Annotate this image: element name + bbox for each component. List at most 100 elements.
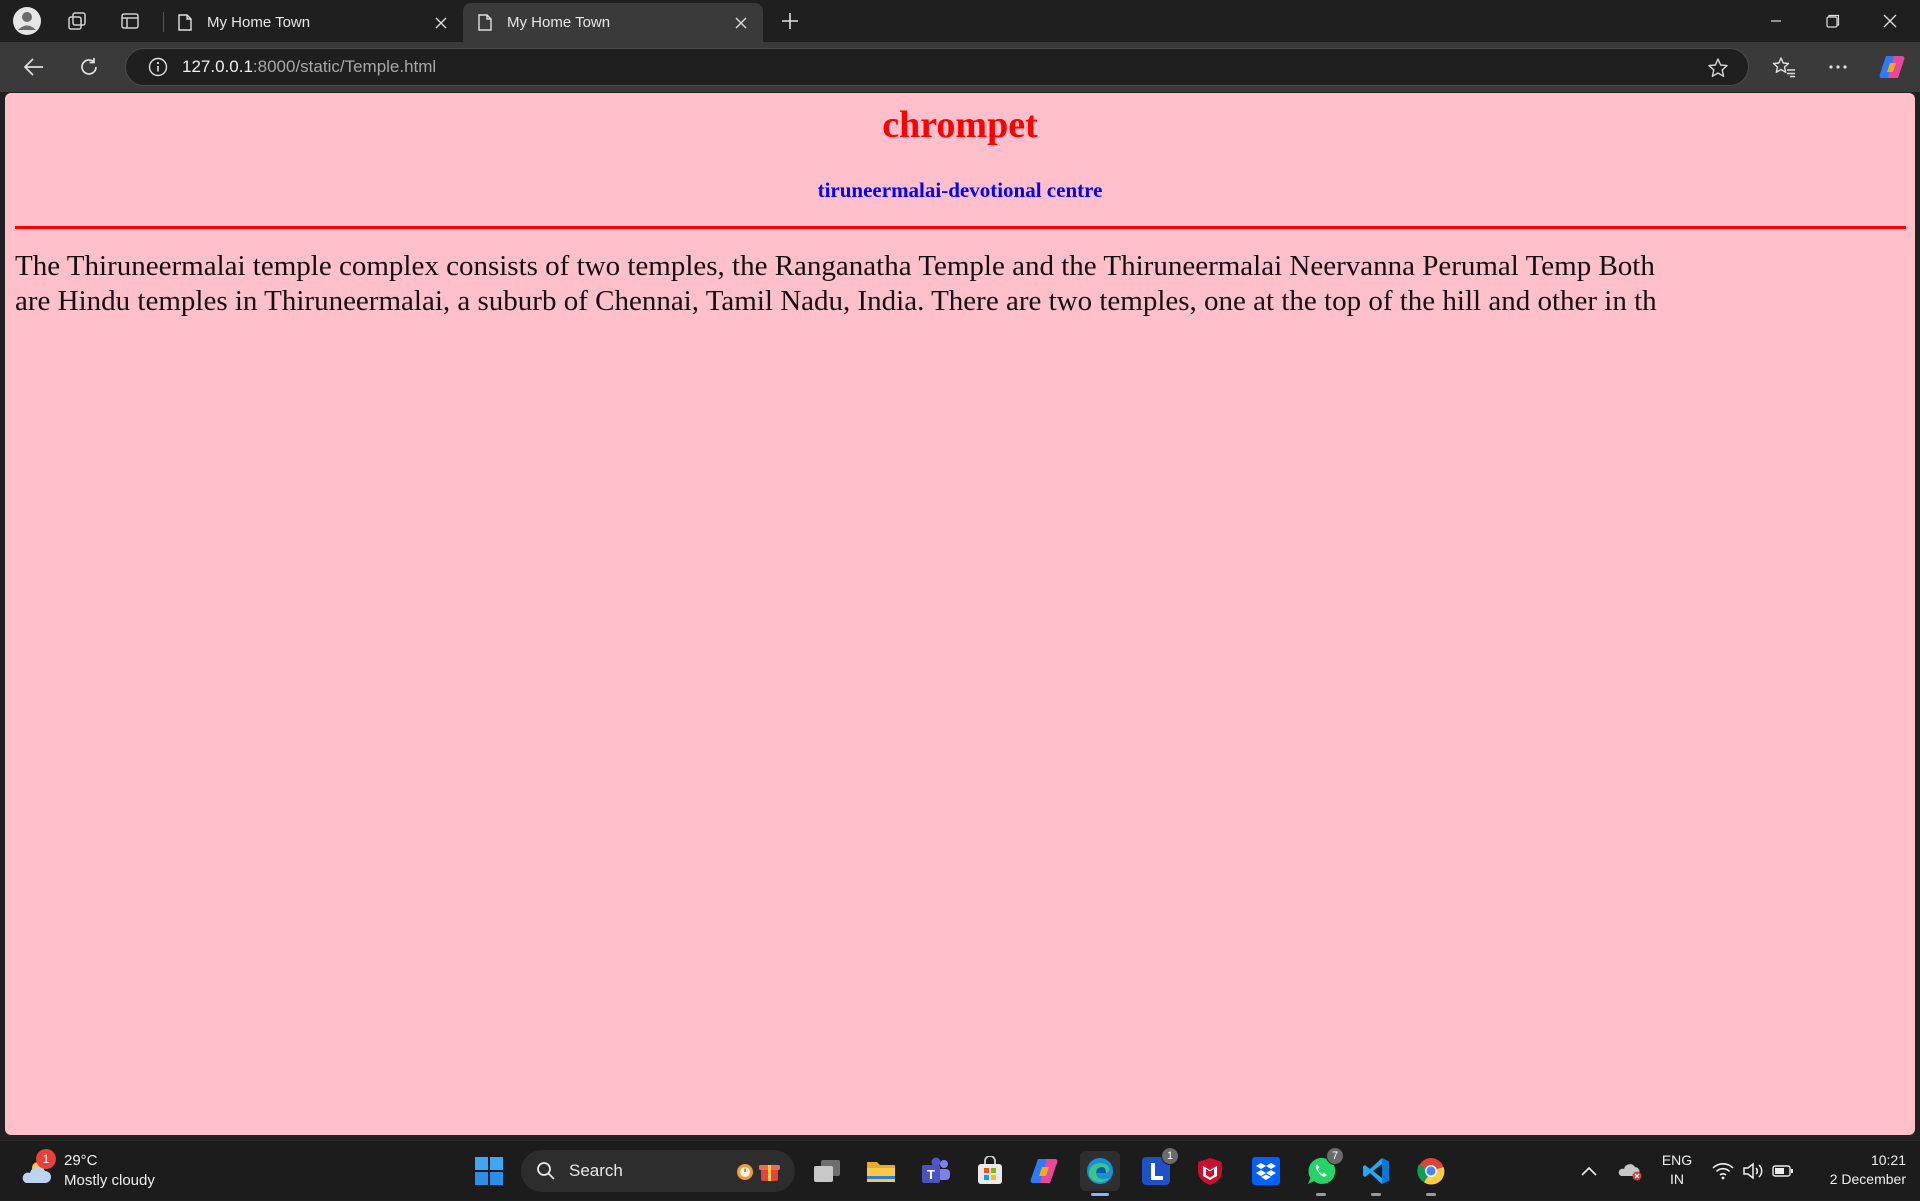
running-indicator (1091, 1193, 1109, 1196)
weather-condition: Mostly cloudy (64, 1172, 155, 1189)
folder-icon (867, 1162, 895, 1182)
cloud-icon: 1 (18, 1149, 56, 1189)
page-paragraph: The Thiruneermalai temple complex consis… (15, 249, 1910, 319)
dropbox-icon (1252, 1157, 1280, 1185)
minimize-icon (1771, 20, 1781, 22)
show-hidden-icons-button[interactable] (1578, 1141, 1600, 1201)
battery-status[interactable] (1770, 1141, 1796, 1201)
copilot-app-button[interactable] (1024, 1151, 1064, 1191)
svg-text:T: T (927, 1167, 935, 1182)
paragraph-line-2: are Hindu temples in Thiruneermalai, a s… (15, 285, 1657, 317)
input-language[interactable]: ENG IN (1658, 1151, 1696, 1189)
browser-toolbar: 127.0.0.1:8000/static/Temple.html (0, 42, 1920, 92)
horizontal-rule (15, 226, 1906, 229)
page-heading: chrompet (882, 104, 1038, 146)
page-content: chrompet tiruneermalai-devotional centre… (5, 93, 1915, 1135)
back-button[interactable] (15, 50, 53, 84)
cloud-error-icon (1618, 1164, 1642, 1181)
notification-badge: 1 (36, 1149, 56, 1169)
new-tab-button[interactable] (772, 7, 808, 35)
profile-avatar-icon (13, 7, 41, 35)
task-view-button[interactable] (807, 1151, 847, 1191)
system-clock[interactable]: 10:21 2 December (1810, 1151, 1906, 1189)
workspaces-button[interactable] (59, 7, 95, 35)
close-icon[interactable] (727, 9, 755, 37)
vscode-icon (1363, 1158, 1389, 1184)
search-highlight-icon (737, 1164, 780, 1181)
wifi-icon (1712, 1163, 1734, 1180)
minimize-button[interactable] (1748, 0, 1804, 42)
vscode-button[interactable] (1356, 1151, 1396, 1196)
mcafee-button[interactable] (1190, 1151, 1230, 1191)
teams-icon: T (922, 1157, 950, 1183)
search-label: Search (569, 1161, 623, 1180)
speaker-icon (1743, 1162, 1763, 1180)
store-icon (978, 1156, 1002, 1184)
mcafee-icon (1198, 1158, 1222, 1185)
clock-date: 2 December (1829, 1171, 1906, 1187)
restore-icon (1826, 14, 1840, 28)
file-explorer-button[interactable] (861, 1151, 901, 1191)
plus-icon (782, 13, 798, 29)
refresh-icon (81, 58, 97, 75)
notification-badge: 1 (1161, 1147, 1179, 1165)
running-indicator (1371, 1193, 1381, 1196)
chrome-button[interactable] (1411, 1151, 1451, 1196)
taskbar: 1 29°C Mostly cloudy Search T 1 7 ENG IN… (0, 1140, 1920, 1200)
teams-button[interactable]: T (916, 1151, 956, 1191)
running-indicator (1316, 1193, 1326, 1196)
windows-logo-icon (475, 1157, 503, 1185)
battery-icon (1772, 1165, 1793, 1177)
url-host: 127.0.0.1 (182, 57, 253, 76)
restore-button[interactable] (1805, 0, 1861, 42)
browser-tab-strip: My Home Town My Home Town (0, 0, 1920, 42)
weather-text: 29°C Mostly cloudy (64, 1151, 155, 1191)
start-button[interactable] (469, 1151, 509, 1191)
copilot-icon (1030, 1159, 1058, 1183)
copilot-icon (1879, 56, 1905, 78)
task-view-icon (814, 1160, 840, 1182)
profile-button[interactable] (9, 7, 45, 35)
arrow-left-icon (24, 58, 43, 76)
store-button[interactable] (970, 1151, 1010, 1191)
chrome-icon (1417, 1158, 1445, 1185)
url-text: 127.0.0.1:8000/static/Temple.html (182, 57, 436, 77)
l-app-button[interactable]: 1 (1136, 1147, 1179, 1191)
running-indicator (1426, 1193, 1436, 1196)
edge-button[interactable] (1080, 1151, 1120, 1196)
network-status[interactable] (1710, 1141, 1736, 1201)
close-icon (1883, 14, 1897, 28)
vertical-tabs-button[interactable] (112, 7, 148, 35)
tab-my-home-town-2[interactable]: My Home Town (463, 3, 763, 42)
workspaces-icon (68, 12, 86, 30)
favorite-star-icon[interactable] (1706, 56, 1730, 80)
url-path: :8000/static/Temple.html (252, 57, 437, 76)
favorites-icon (1772, 57, 1795, 78)
page-icon (477, 14, 493, 32)
search-icon (535, 1160, 557, 1182)
onedrive-status[interactable] (1616, 1141, 1644, 1201)
chevron-up-icon (1581, 1166, 1597, 1176)
refresh-button[interactable] (70, 50, 108, 84)
close-icon[interactable] (427, 9, 455, 37)
tab-title: My Home Town (507, 14, 611, 31)
language-code: ENG (1661, 1152, 1693, 1168)
taskbar-search[interactable]: Search (521, 1150, 795, 1192)
tab-actions-icon (121, 13, 139, 29)
tab-title: My Home Town (207, 14, 311, 31)
close-window-button[interactable] (1862, 0, 1918, 42)
dropbox-button[interactable] (1246, 1151, 1286, 1191)
address-bar[interactable]: 127.0.0.1:8000/static/Temple.html (125, 48, 1749, 86)
volume-control[interactable] (1740, 1141, 1766, 1201)
weather-temp: 29°C (64, 1152, 98, 1169)
notification-badge: 7 (1326, 1147, 1344, 1165)
copilot-button[interactable] (1873, 50, 1911, 84)
weather-widget[interactable]: 1 29°C Mostly cloudy (18, 1147, 168, 1195)
whatsapp-button[interactable]: 7 (1301, 1147, 1344, 1196)
favorites-button[interactable] (1765, 50, 1803, 84)
paragraph-line-1: The Thiruneermalai temple complex consis… (15, 250, 1655, 282)
site-info-icon[interactable] (146, 55, 170, 79)
more-options-button[interactable] (1819, 50, 1857, 84)
clock-time: 10:21 (1870, 1152, 1906, 1168)
tab-my-home-town-1[interactable]: My Home Town (163, 3, 463, 42)
